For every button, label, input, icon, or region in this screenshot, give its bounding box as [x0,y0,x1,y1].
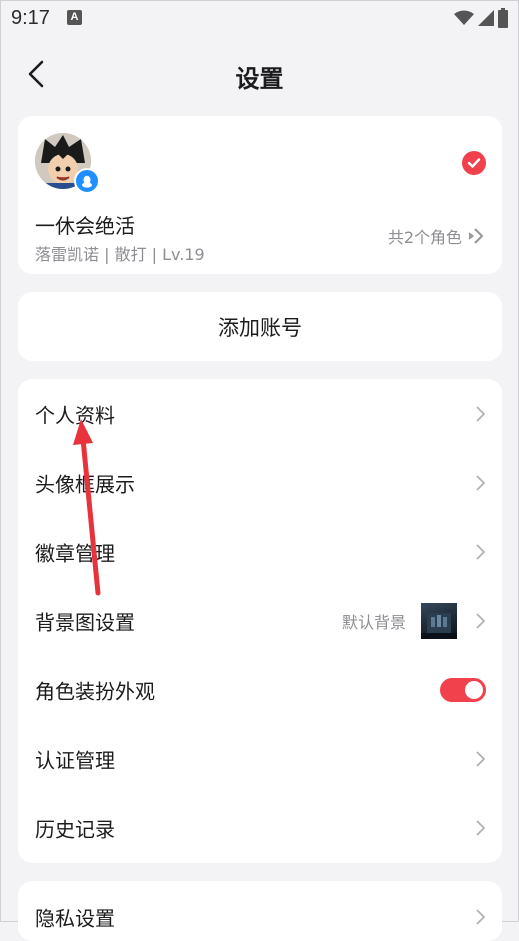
status-time: 9:17 [11,7,50,29]
signal-icon [478,10,494,26]
background-thumbnail [421,602,457,639]
add-account-label: 添加账号 [218,315,302,340]
menu-item-verification[interactable]: 认证管理 [18,724,502,793]
menu-item-history[interactable]: 历史记录 [18,793,502,862]
account-name: 一休会绝活 [35,214,135,238]
chevron-right-icon [476,543,485,560]
menu-item-label: 徽章管理 [35,541,115,565]
role-count-link[interactable]: 共2个角色 [388,224,486,248]
menu-item-label: 个人资料 [35,403,115,427]
menu-item-label: 头像框展示 [35,472,135,496]
background-value: 默认背景 [341,612,406,632]
battery-icon [498,8,508,28]
notification-icon: A [67,10,82,25]
chevron-right-icon [476,909,485,925]
qq-penguin-icon [74,168,100,194]
menu-item-background[interactable]: 背景图设置 默认背景 [18,586,502,655]
menu-item-badges[interactable]: 徽章管理 [18,517,502,586]
toggle-knob [465,680,483,699]
menu-item-privacy[interactable]: 隐私设置 [18,881,502,941]
menu-item-profile[interactable]: 个人资料 [18,379,502,448]
chevron-right-icon [476,474,485,491]
menu-item-label: 认证管理 [35,748,115,772]
menu-item-role-appearance: 角色装扮外观 [18,655,502,724]
switch-arrow-icon [468,228,484,244]
menu-item-label: 历史记录 [35,817,115,841]
settings-menu: 个人资料 头像框展示 徽章管理 背景图设置 默认背景 角色装扮外观 认证管理 历… [18,379,502,863]
menu-item-label: 角色装扮外观 [35,679,155,703]
add-account-button[interactable]: 添加账号 [18,292,502,361]
chevron-right-icon [476,819,485,836]
privacy-card: 隐私设置 [18,881,502,941]
menu-item-avatar-frame[interactable]: 头像框展示 [18,448,502,517]
status-bar: 9:17 A [1,1,518,37]
status-icons [454,7,508,29]
page-title: 设置 [235,65,284,93]
selected-check-icon [462,151,486,175]
account-subtitle: 落雷凯诺 | 散打 | Lv.19 [35,245,205,264]
wifi-icon [454,10,474,25]
role-count-label: 共2个角色 [387,228,462,247]
menu-item-label: 背景图设置 [35,610,135,634]
chevron-right-icon [476,750,485,767]
chevron-right-icon [476,612,485,629]
role-appearance-toggle[interactable] [440,677,486,702]
account-card[interactable]: 一休会绝活 落雷凯诺 | 散打 | Lv.19 共2个角色 [18,116,502,274]
nav-bar: 设置 [1,45,518,105]
chevron-right-icon [476,405,485,422]
menu-item-label: 隐私设置 [35,906,115,931]
